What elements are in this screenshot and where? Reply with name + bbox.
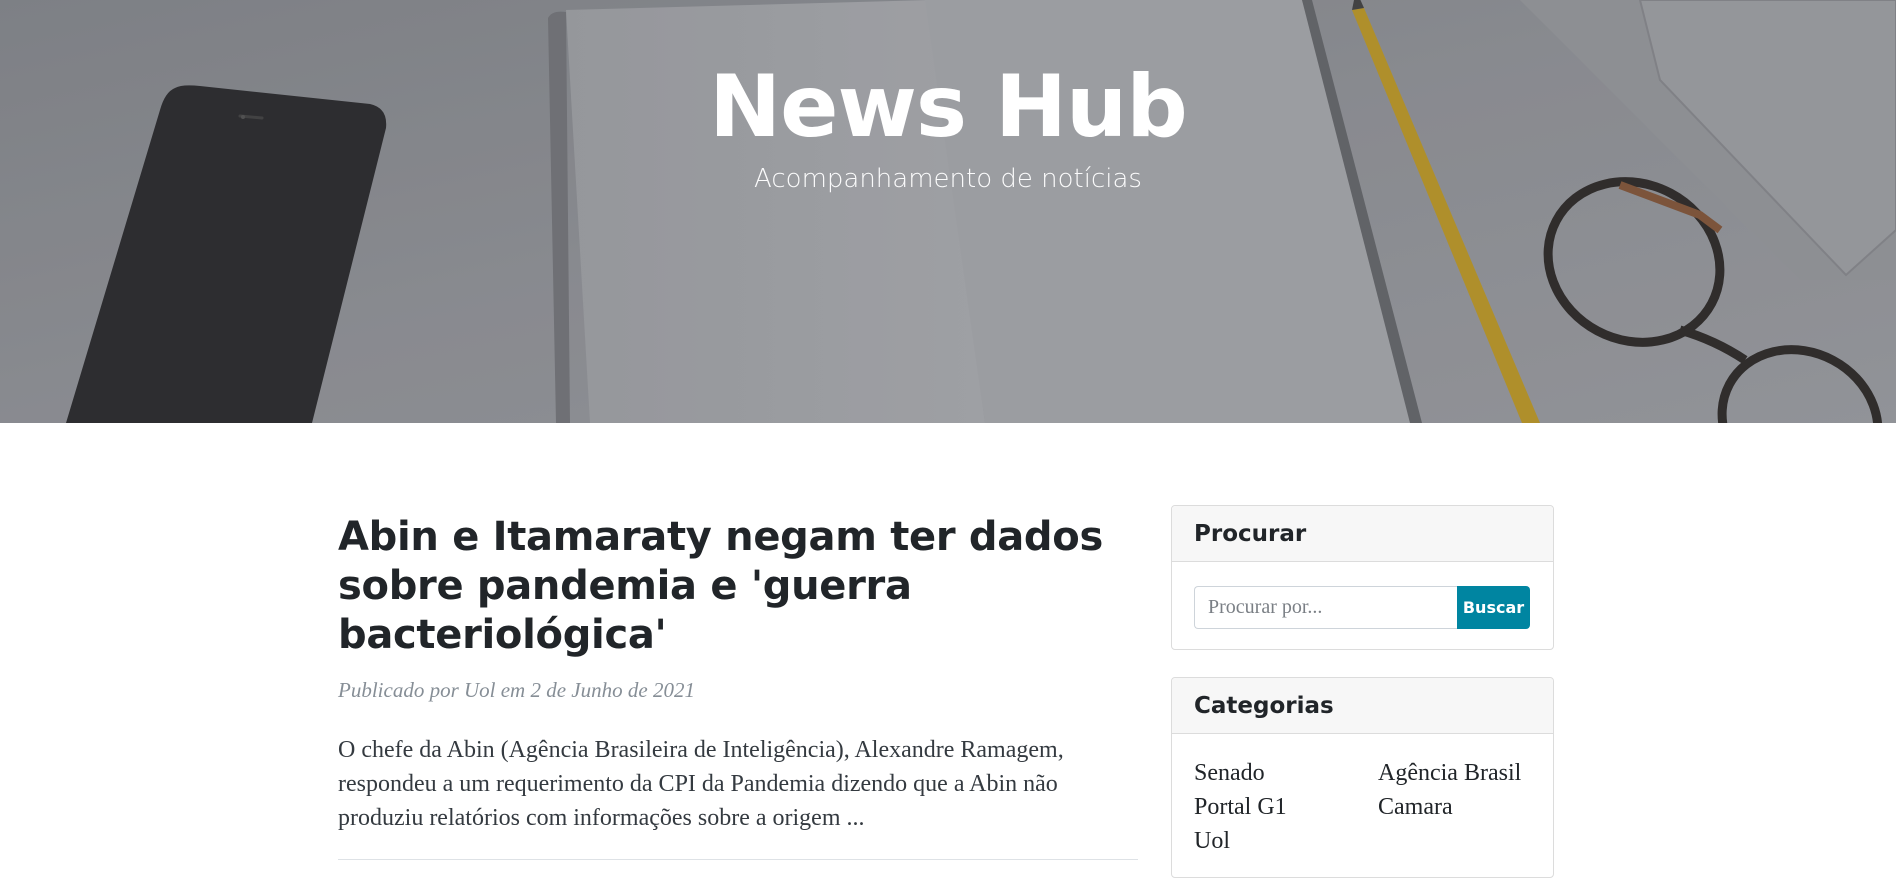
- categories-list: Senado Agência Brasil Portal G1 Camara U…: [1194, 756, 1534, 858]
- main-container: Abin e Itamaraty negam ter dados sobre p…: [0, 423, 1896, 894]
- search-form: Buscar: [1194, 586, 1530, 629]
- post-excerpt: O chefe da Abin (Agência Brasileira de I…: [338, 737, 1064, 831]
- site-heading: News Hub Acompanhamento de notícias: [0, 52, 1896, 196]
- site-subtitle: Acompanhamento de notícias: [754, 164, 1142, 194]
- category-link-agencia-brasil[interactable]: Agência Brasil: [1378, 756, 1534, 790]
- search-card: Procurar Buscar: [1171, 505, 1554, 650]
- post-meta: Publicado por Uol em 2 de Junho de 2021: [338, 678, 695, 702]
- categories-card: Categorias Senado Agência Brasil Portal …: [1171, 677, 1554, 878]
- post-preview: Abin e Itamaraty negam ter dados sobre p…: [338, 513, 1138, 860]
- category-link-portal-g1[interactable]: Portal G1: [1194, 790, 1378, 824]
- post-divider: [338, 859, 1138, 860]
- category-link-senado[interactable]: Senado: [1194, 756, 1378, 790]
- search-input[interactable]: [1194, 586, 1457, 629]
- post-title-link[interactable]: Abin e Itamaraty negam ter dados sobre p…: [338, 513, 1138, 660]
- site-title: News Hub: [709, 57, 1188, 157]
- masthead: News Hub Acompanhamento de notícias: [0, 0, 1896, 423]
- categories-card-heading: Categorias: [1172, 678, 1553, 734]
- category-link-camara[interactable]: Camara: [1378, 790, 1534, 824]
- category-link-uol[interactable]: Uol: [1194, 824, 1378, 858]
- search-button[interactable]: Buscar: [1457, 586, 1530, 629]
- search-card-heading: Procurar: [1172, 506, 1553, 562]
